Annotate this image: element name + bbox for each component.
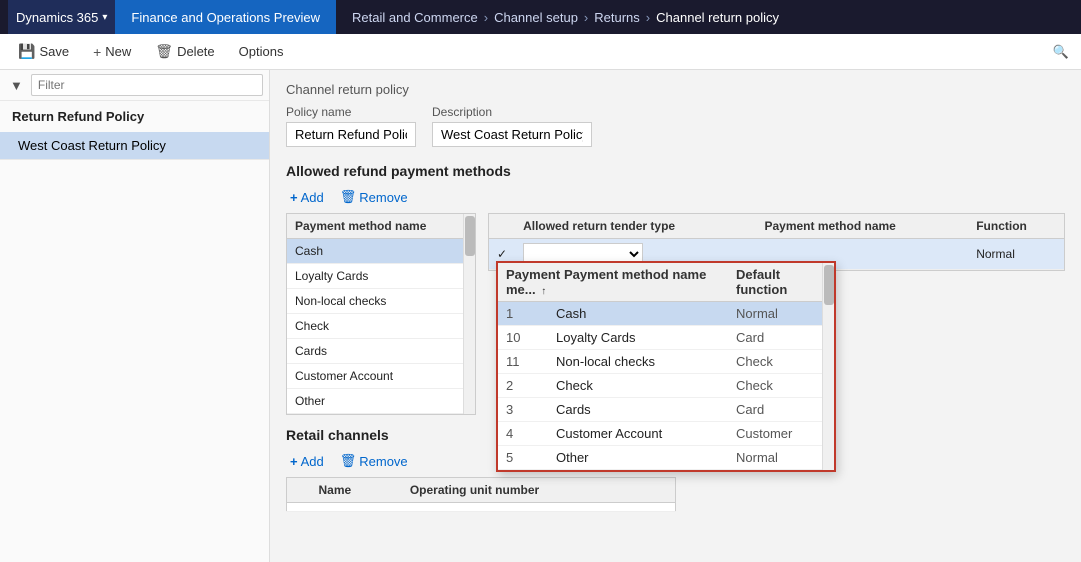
- function-cell: Normal: [968, 239, 1064, 270]
- tender-type-dropdown-popup: Payment me... ↑ Payment method name Defa…: [496, 261, 836, 472]
- popup-row[interactable]: 4 Customer Account Customer: [498, 422, 834, 446]
- sidebar: ▼ Return Refund Policy West Coast Return…: [0, 70, 270, 562]
- scrollbar-thumb: [465, 216, 475, 256]
- popup-row[interactable]: 11 Non-local checks Check: [498, 350, 834, 374]
- table-row[interactable]: Non-local checks: [287, 289, 475, 314]
- sidebar-list: Return Refund Policy West Coast Return P…: [0, 101, 269, 562]
- check-col-header: [489, 214, 515, 239]
- popup-col1-header: Payment me... ↑: [506, 267, 556, 297]
- new-icon: +: [93, 44, 101, 60]
- table-row[interactable]: Customer Account: [287, 364, 475, 389]
- popup-scrollbar[interactable]: [822, 263, 834, 470]
- section-header: Channel return policy: [286, 82, 1065, 97]
- table-row[interactable]: Cash: [287, 239, 475, 264]
- search-button[interactable]: 🔍: [1049, 40, 1073, 64]
- description-field: Description: [432, 105, 592, 147]
- popup-col3-header: Default function: [736, 267, 826, 297]
- popup-row[interactable]: 1 Cash Normal: [498, 302, 834, 326]
- allowed-refund-title: Allowed refund payment methods: [286, 163, 1065, 179]
- popup-row[interactable]: 10 Loyalty Cards Card: [498, 326, 834, 350]
- form-row: Policy name Description: [286, 105, 1065, 147]
- payment-methods-layout: Payment method name Cash Loyalty Cards N…: [286, 213, 1065, 415]
- sidebar-item-west-coast[interactable]: West Coast Return Policy: [0, 132, 269, 159]
- save-button[interactable]: 💾 Save: [8, 39, 79, 64]
- policy-name-field: Policy name: [286, 105, 416, 147]
- sidebar-toolbar: ▼: [0, 70, 269, 101]
- delete-icon: 🗑: [155, 43, 173, 60]
- retail-empty-row: [287, 503, 676, 512]
- retail-check-header: [287, 478, 311, 503]
- filter-icon: ▼: [6, 76, 27, 95]
- function-col-header: Function: [968, 214, 1064, 239]
- table-row[interactable]: Check: [287, 314, 475, 339]
- sort-icon[interactable]: ↑: [541, 286, 546, 297]
- retail-name-header: Name: [311, 478, 402, 503]
- payment-method-col-header: Payment method name: [287, 214, 475, 239]
- remove-icon-2: 🗑: [340, 453, 357, 469]
- description-input[interactable]: [432, 122, 592, 147]
- breadcrumb-item-1[interactable]: Retail and Commerce: [352, 10, 478, 25]
- app-title: Finance and Operations Preview: [115, 0, 336, 34]
- table-row[interactable]: Other: [287, 389, 475, 414]
- allowed-tender-panel: Allowed return tender type Payment metho…: [488, 213, 1065, 415]
- remove-icon: 🗑: [340, 189, 357, 205]
- retail-unit-header: Operating unit number: [402, 478, 676, 503]
- left-table-scrollbar[interactable]: [463, 214, 475, 414]
- retail-remove-button[interactable]: 🗑 Remove: [336, 451, 412, 471]
- new-button[interactable]: + New: [83, 40, 141, 64]
- payment-method-list: Payment method name Cash Loyalty Cards N…: [286, 213, 476, 415]
- filter-input[interactable]: [31, 74, 263, 96]
- popup-row[interactable]: 3 Cards Card: [498, 398, 834, 422]
- dynamics-logo[interactable]: Dynamics 365 ▾: [8, 0, 115, 34]
- policy-name-label: Policy name: [286, 105, 416, 119]
- main-toolbar: 💾 Save + New 🗑 Delete Options 🔍: [0, 34, 1081, 70]
- content-area: Channel return policy Policy name Descri…: [270, 70, 1081, 562]
- dynamics-logo-text: Dynamics 365: [16, 10, 98, 25]
- allowed-refund-remove-button[interactable]: 🗑 Remove: [336, 187, 412, 207]
- top-nav: Dynamics 365 ▾ Finance and Operations Pr…: [0, 0, 1081, 34]
- description-label: Description: [432, 105, 592, 119]
- breadcrumb-item-4: Channel return policy: [656, 10, 779, 25]
- breadcrumb-sep-3: ›: [646, 10, 650, 25]
- retail-add-button[interactable]: + Add: [286, 452, 328, 471]
- breadcrumb-sep-1: ›: [484, 10, 488, 25]
- popup-col2-header: Payment method name: [564, 267, 728, 297]
- table-row[interactable]: Cards: [287, 339, 475, 364]
- options-button[interactable]: Options: [229, 40, 294, 63]
- breadcrumb-sep-2: ›: [584, 10, 588, 25]
- popup-header: Payment me... ↑ Payment method name Defa…: [498, 263, 834, 302]
- popup-rows: 1 Cash Normal 10 Loyalty Cards Card 11 N…: [498, 302, 834, 470]
- search-icon: 🔍: [1053, 44, 1069, 60]
- breadcrumb-item-2[interactable]: Channel setup: [494, 10, 578, 25]
- allowed-refund-sub-toolbar: + Add 🗑 Remove: [286, 187, 1065, 207]
- allowed-refund-add-button[interactable]: + Add: [286, 188, 328, 207]
- sidebar-group: Return Refund Policy West Coast Return P…: [0, 101, 269, 160]
- main-layout: ▼ Return Refund Policy West Coast Return…: [0, 70, 1081, 562]
- breadcrumb: Retail and Commerce › Channel setup › Re…: [336, 10, 795, 25]
- popup-scrollbar-thumb: [824, 265, 834, 305]
- add-icon: +: [290, 190, 298, 205]
- delete-button[interactable]: 🗑 Delete: [145, 39, 224, 64]
- payment-method-col-header2: Payment method name: [756, 214, 968, 239]
- add-icon-2: +: [290, 454, 298, 469]
- retail-channels-table: Name Operating unit number: [286, 477, 676, 512]
- popup-row[interactable]: 2 Check Check: [498, 374, 834, 398]
- payment-method-table: Payment method name Cash Loyalty Cards N…: [287, 214, 475, 414]
- tender-type-col-header: Allowed return tender type: [515, 214, 756, 239]
- chevron-down-icon: ▾: [102, 12, 107, 23]
- popup-row[interactable]: 5 Other Normal: [498, 446, 834, 470]
- sidebar-group-header[interactable]: Return Refund Policy: [0, 101, 269, 132]
- breadcrumb-item-3[interactable]: Returns: [594, 10, 640, 25]
- policy-name-input[interactable]: [286, 122, 416, 147]
- table-row[interactable]: Loyalty Cards: [287, 264, 475, 289]
- save-icon: 💾: [18, 43, 35, 60]
